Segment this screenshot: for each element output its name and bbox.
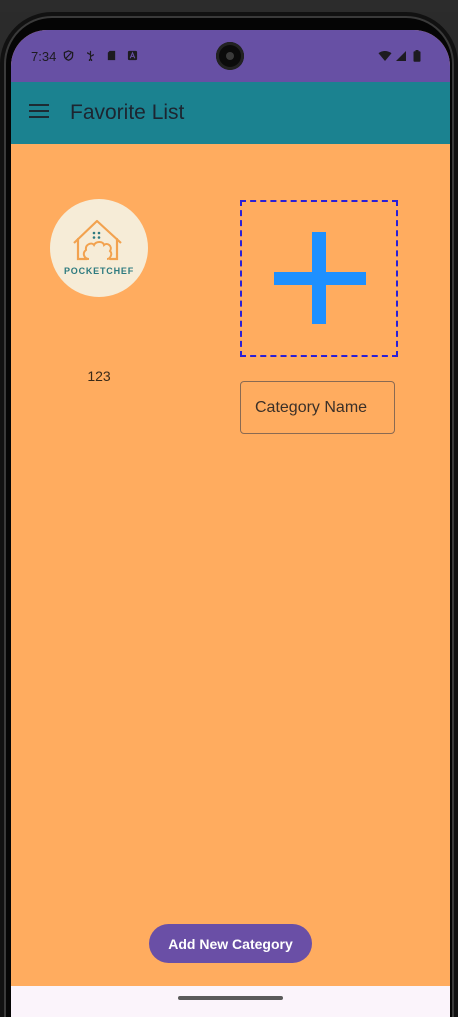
hamburger-menu-icon[interactable]: [29, 104, 49, 120]
device-screen: 7:34 Favorite List POCKETCHEF 123 Catego…: [11, 30, 450, 1017]
system-navigation-bar: [11, 986, 450, 1017]
category-image[interactable]: POCKETCHEF: [50, 199, 148, 297]
main-content: POCKETCHEF 123 Add New Category: [11, 144, 450, 986]
shield-icon: [63, 50, 74, 61]
add-image-button[interactable]: [240, 200, 398, 357]
status-time: 7:34: [31, 49, 57, 64]
pocketchef-logo: POCKETCHEF: [64, 219, 134, 276]
wifi-icon: [378, 50, 392, 61]
category-name-input[interactable]: [240, 381, 395, 434]
signal-icon: [396, 51, 406, 61]
usb-icon: [87, 50, 94, 61]
status-bar: 7:34: [11, 30, 450, 82]
sd-card-icon: [107, 50, 116, 61]
app-notification-icon: [127, 50, 138, 61]
gesture-handle[interactable]: [178, 996, 283, 1000]
add-new-category-button[interactable]: Add New Category: [149, 924, 312, 963]
category-count-label: 123: [87, 368, 111, 384]
app-bar: Favorite List: [11, 82, 450, 144]
window-top-strip: [0, 0, 458, 12]
logo-wordmark: POCKETCHEF: [64, 266, 134, 276]
front-camera: [216, 42, 244, 70]
page-title: Favorite List: [70, 101, 185, 124]
battery-icon: [413, 50, 421, 62]
